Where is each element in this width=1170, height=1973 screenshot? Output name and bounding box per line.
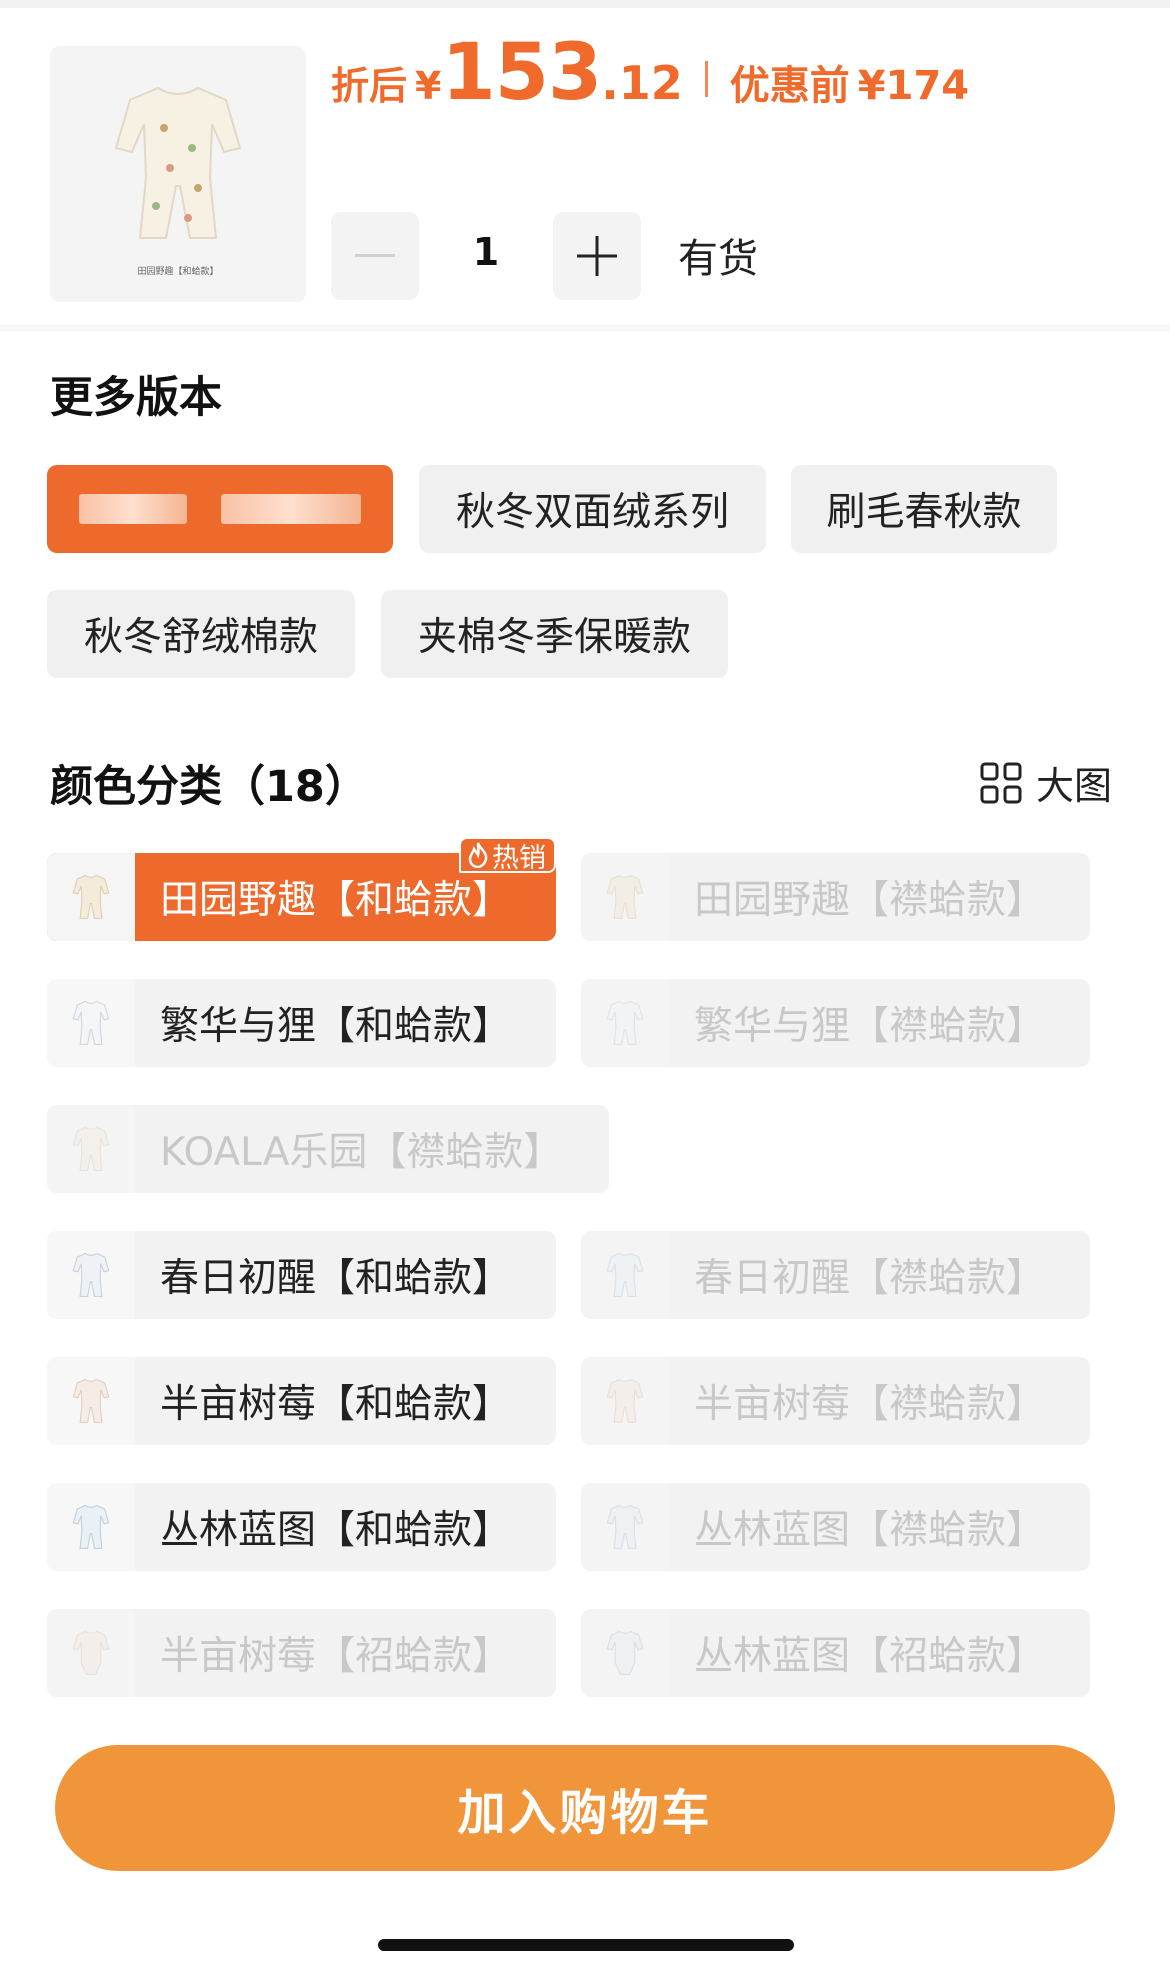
minus-icon bbox=[355, 254, 395, 257]
color-option[interactable]: 丛林蓝图【和蛤款】 bbox=[47, 1483, 556, 1571]
color-thumbnail bbox=[581, 979, 669, 1067]
color-option-label: 丛林蓝图【袑蛤款】 bbox=[694, 1634, 1046, 1679]
price-row: 折后 ¥ 153 .12 优惠前 ¥ 174 bbox=[331, 28, 969, 118]
bodysuit-icon bbox=[72, 1630, 110, 1675]
romper-icon bbox=[606, 1252, 644, 1297]
version-option-selected[interactable] bbox=[47, 465, 393, 553]
price-decimal: .12 bbox=[601, 56, 683, 110]
currency-symbol: ¥ bbox=[415, 64, 442, 108]
section-divider bbox=[0, 325, 1170, 331]
top-edge bbox=[0, 0, 1170, 8]
color-thumbnail bbox=[47, 979, 135, 1067]
color-option-label: 丛林蓝图【襟蛤款】 bbox=[694, 1508, 1046, 1553]
color-thumbnail bbox=[581, 1357, 669, 1445]
color-option-selected[interactable]: 田园野趣【和蛤款】 热销 bbox=[47, 837, 556, 941]
color-option-label: 春日初醒【和蛤款】 bbox=[160, 1256, 512, 1301]
romper-icon bbox=[72, 1378, 110, 1423]
add-to-cart-button[interactable]: 加入购物车 bbox=[55, 1745, 1115, 1871]
hot-sale-label: 热销 bbox=[492, 842, 546, 874]
romper-icon bbox=[606, 874, 644, 919]
decrease-quantity-button[interactable] bbox=[331, 212, 419, 300]
romper-icon bbox=[114, 86, 242, 239]
color-option-label: 春日初醒【襟蛤款】 bbox=[694, 1256, 1046, 1301]
versions-title: 更多版本 bbox=[50, 373, 222, 423]
color-thumbnail bbox=[581, 1609, 669, 1697]
romper-icon bbox=[606, 1378, 644, 1423]
obscured-label bbox=[79, 494, 361, 524]
color-thumbnail bbox=[581, 1483, 669, 1571]
color-thumbnail bbox=[47, 1105, 135, 1193]
color-option-label: 田园野趣【和蛤款】 bbox=[160, 878, 512, 923]
price-after-discount-label: 折后 bbox=[331, 64, 408, 108]
bodysuit-icon bbox=[606, 1630, 644, 1675]
color-option-unavailable: 田园野趣【襟蛤款】 bbox=[581, 853, 1090, 941]
color-option-unavailable: 丛林蓝图【袑蛤款】 bbox=[581, 1609, 1090, 1697]
hot-sale-badge: 热销 bbox=[459, 837, 556, 874]
color-option-label: KOALA乐园【襟蛤款】 bbox=[160, 1130, 563, 1175]
version-option[interactable]: 刷毛春秋款 bbox=[791, 465, 1057, 553]
color-thumbnail bbox=[581, 853, 669, 941]
grid-icon bbox=[980, 762, 1022, 803]
color-thumbnail bbox=[47, 1483, 135, 1571]
color-option-label: 繁华与狸【和蛤款】 bbox=[160, 1004, 512, 1049]
romper-icon bbox=[72, 1126, 110, 1171]
version-option[interactable]: 秋冬舒绒棉款 bbox=[47, 590, 355, 678]
color-option-unavailable: 繁华与狸【襟蛤款】 bbox=[581, 979, 1090, 1067]
quantity-value[interactable]: 1 bbox=[440, 230, 532, 274]
color-option-unavailable: 半亩树莓【襟蛤款】 bbox=[581, 1357, 1090, 1445]
color-option-unavailable: KOALA乐园【襟蛤款】 bbox=[47, 1105, 609, 1193]
flame-icon bbox=[468, 842, 488, 868]
color-option-unavailable: 半亩树莓【袑蛤款】 bbox=[47, 1609, 556, 1697]
color-option-label: 半亩树莓【和蛤款】 bbox=[160, 1382, 512, 1427]
color-thumbnail bbox=[47, 853, 135, 941]
color-option[interactable]: 繁华与狸【和蛤款】 bbox=[47, 979, 556, 1067]
increase-quantity-button[interactable] bbox=[553, 212, 641, 300]
color-option[interactable]: 春日初醒【和蛤款】 bbox=[47, 1231, 556, 1319]
product-image-caption: 田园野趣【和蛤款】 bbox=[137, 267, 219, 277]
price-separator bbox=[704, 61, 708, 97]
color-thumbnail bbox=[47, 1609, 135, 1697]
price-integer: 153 bbox=[441, 28, 602, 118]
color-option-unavailable: 春日初醒【襟蛤款】 bbox=[581, 1231, 1090, 1319]
color-thumbnail bbox=[581, 1231, 669, 1319]
color-option[interactable]: 半亩树莓【和蛤款】 bbox=[47, 1357, 556, 1445]
version-option[interactable]: 秋冬双面绒系列 bbox=[419, 465, 766, 553]
colors-title: 颜色分类（18） bbox=[50, 762, 368, 812]
original-price: 174 bbox=[885, 63, 970, 109]
romper-icon bbox=[606, 1504, 644, 1549]
original-currency-symbol: ¥ bbox=[857, 63, 886, 109]
color-thumbnail bbox=[47, 1231, 135, 1319]
plus-icon bbox=[577, 236, 617, 276]
color-thumbnail bbox=[47, 1357, 135, 1445]
romper-icon bbox=[72, 874, 110, 919]
version-option[interactable]: 夹棉冬季保暖款 bbox=[381, 590, 728, 678]
large-image-label: 大图 bbox=[1036, 764, 1113, 808]
product-image: 田园野趣【和蛤款】 bbox=[50, 46, 306, 302]
original-price-label: 优惠前 bbox=[729, 63, 850, 109]
stock-status: 有货 bbox=[678, 236, 758, 282]
color-option-label: 半亩树莓【袑蛤款】 bbox=[160, 1634, 512, 1679]
large-image-toggle[interactable]: 大图 bbox=[980, 755, 1112, 810]
color-option-label: 丛林蓝图【和蛤款】 bbox=[160, 1508, 512, 1553]
romper-icon bbox=[606, 1000, 644, 1045]
romper-icon bbox=[72, 1252, 110, 1297]
color-option-unavailable: 丛林蓝图【襟蛤款】 bbox=[581, 1483, 1090, 1571]
home-indicator bbox=[378, 1939, 794, 1951]
romper-icon bbox=[72, 1000, 110, 1045]
color-option-label: 半亩树莓【襟蛤款】 bbox=[694, 1382, 1046, 1427]
romper-icon bbox=[72, 1504, 110, 1549]
color-option-label: 繁华与狸【襟蛤款】 bbox=[694, 1004, 1046, 1049]
color-option-label: 田园野趣【襟蛤款】 bbox=[694, 878, 1046, 923]
